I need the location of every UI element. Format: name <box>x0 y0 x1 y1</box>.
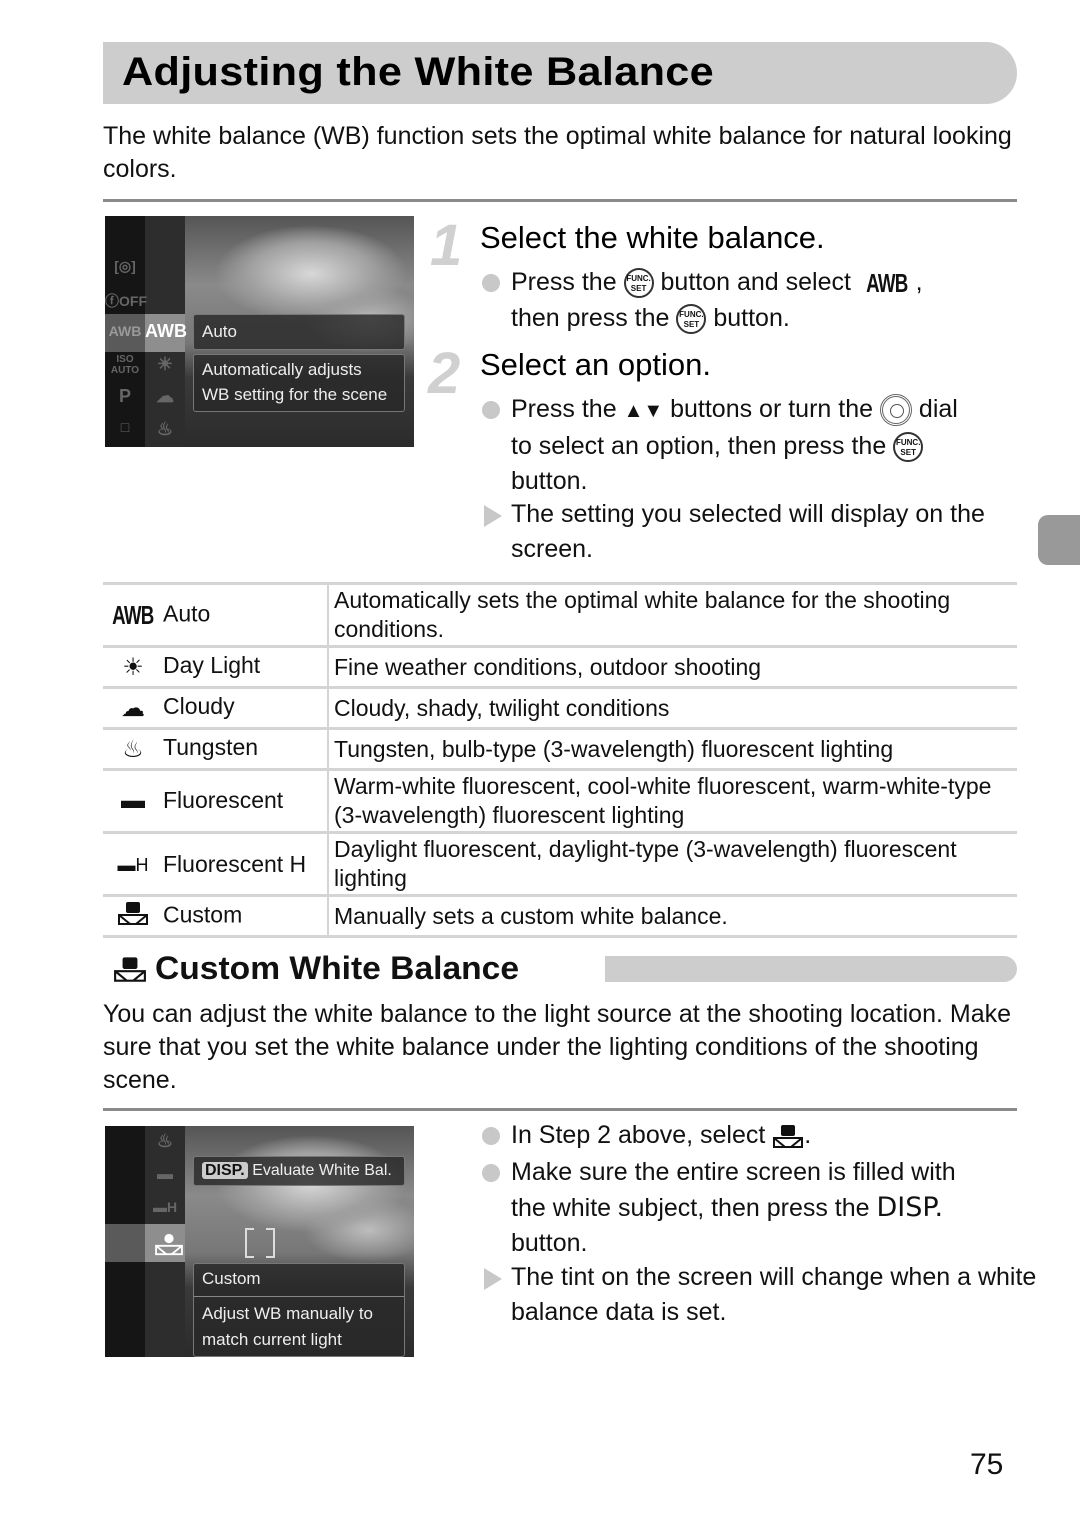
step2-result: The setting you selected will display on… <box>482 497 1031 567</box>
fluorescent-h-icon: ▬H <box>117 854 149 875</box>
description-line: WB setting for the scene <box>202 385 388 404</box>
description-line: Adjust WB manually to <box>202 1304 374 1323</box>
option-description-box: Automatically adjusts WB setting for the… <box>193 354 405 412</box>
awb-icon: AWB <box>112 599 154 630</box>
table-row: Custom Manually sets a custom white bala… <box>103 894 1017 938</box>
fluorescent-h-icon: ▬H <box>152 1199 178 1215</box>
step-number: 2 <box>428 341 461 406</box>
result-arrow-icon <box>484 1268 502 1290</box>
cloudy-icon: ☁ <box>156 386 174 406</box>
step-title: Select the white balance. <box>480 220 825 255</box>
section-intro: You can adjust the white balance to the … <box>103 1000 1012 1094</box>
tungsten-icon: ♨ <box>156 1131 174 1151</box>
func-set-button-icon: FUNC. SET <box>676 304 707 335</box>
step1-bullet: Press the FUNC. SET button and select AWB… <box>482 265 1051 336</box>
step-title: Select an option. <box>480 347 711 382</box>
option-description-box: Custom Adjust WB manually to match curre… <box>193 1263 405 1357</box>
camera-screen-auto: [◎] ⓕOFF AWB ISO AUTO P □ AWB ☀ ☁ ♨ Auto… <box>105 216 414 447</box>
description-line: Automatically adjusts <box>202 360 362 379</box>
disp-button-icon: DISP. <box>876 1192 944 1223</box>
result-arrow-icon <box>484 505 502 527</box>
drive-icon: □ <box>120 419 130 435</box>
custom-wb-icon <box>113 955 147 988</box>
fluorescent-icon: ▬ <box>121 787 145 815</box>
disp-key-icon: DISP. <box>202 1162 248 1179</box>
flash-off-icon: ⓕOFF <box>105 293 147 309</box>
table-row: ▬ Fluorescent Warm-white fluorescent, coo… <box>103 768 1017 834</box>
table-row: ☀ Day Light Fine weather conditions, outd… <box>103 645 1017 689</box>
divider <box>103 1108 1017 1111</box>
metering-icon: [◎] <box>114 258 136 274</box>
daylight-icon: ☀ <box>122 653 144 681</box>
evaluate-label: Evaluate White Bal. <box>252 1162 392 1179</box>
white-balance-table: AWB Auto Automatically sets the optimal w… <box>103 582 1017 938</box>
table-row: AWB Auto Automatically sets the optimal w… <box>103 582 1017 648</box>
page-number: 75 <box>970 1448 1004 1481</box>
awb-selected-icon: AWB <box>145 321 187 341</box>
step2-bullet: Press the ▲▼ buttons or turn the dial to… <box>482 392 1056 499</box>
func-set-button-icon: FUNC. SET <box>893 432 924 463</box>
daylight-icon: ☀ <box>156 354 174 374</box>
bullet-dot-icon <box>482 401 500 419</box>
custom-wb-selected-icon <box>149 1232 189 1259</box>
option-label: Custom <box>202 1269 261 1288</box>
tungsten-icon: ♨ <box>156 419 174 439</box>
func-set-button-icon: FUNC. SET <box>623 268 654 299</box>
page-title: Adjusting the White Balance <box>122 50 714 94</box>
p-mode-icon: P <box>118 386 131 406</box>
step-number: 1 <box>430 213 463 278</box>
table-row: ☁ Cloudy Cloudy, shady, twilight conditio… <box>103 686 1017 730</box>
bullet-dot-icon <box>482 274 500 292</box>
section-title: Custom White Balance <box>155 950 520 986</box>
awb-icon: AWB <box>108 323 142 339</box>
custom-result: The tint on the screen will change when … <box>482 1260 1051 1330</box>
section-bar <box>605 956 1017 982</box>
evaluate-wb-box: DISP. Evaluate White Bal. <box>193 1156 405 1186</box>
custom-wb-icon <box>772 1123 804 1149</box>
bullet-dot-icon <box>482 1164 500 1182</box>
description-line: match current light source <box>202 1330 342 1357</box>
chapter-tab <box>1038 515 1080 565</box>
table-row: ♨ Tungsten Tungsten, bulb-type (3-wavelen… <box>103 727 1017 771</box>
divider <box>103 199 1017 202</box>
fluorescent-icon: ▬ <box>157 1166 173 1183</box>
control-dial-icon <box>879 394 912 427</box>
option-label: Auto <box>202 322 237 341</box>
camera-screen-custom: ♨ ▬ ▬H DISP. Evaluate White Bal. Custom … <box>105 1126 414 1357</box>
bullet-dot-icon <box>482 1127 500 1145</box>
custom-bullet: In Step 2 above, select . <box>482 1118 1051 1153</box>
cloudy-icon: ☁ <box>121 694 145 722</box>
table-row: ▬H Fluorescent H Daylight fluorescent, da… <box>103 831 1017 897</box>
custom-wb-icon <box>103 900 163 933</box>
iso-auto-icon: ISO AUTO <box>110 354 140 376</box>
intro-text: The white balance (WB) function sets the… <box>103 122 1012 183</box>
tungsten-icon: ♨ <box>122 735 144 763</box>
awb-icon: AWB <box>865 267 908 298</box>
option-label-box: Auto <box>193 314 405 350</box>
custom-bullet: Make sure the entire screen is filled wi… <box>482 1155 1051 1261</box>
up-down-arrows-icon: ▲▼ <box>623 400 664 422</box>
